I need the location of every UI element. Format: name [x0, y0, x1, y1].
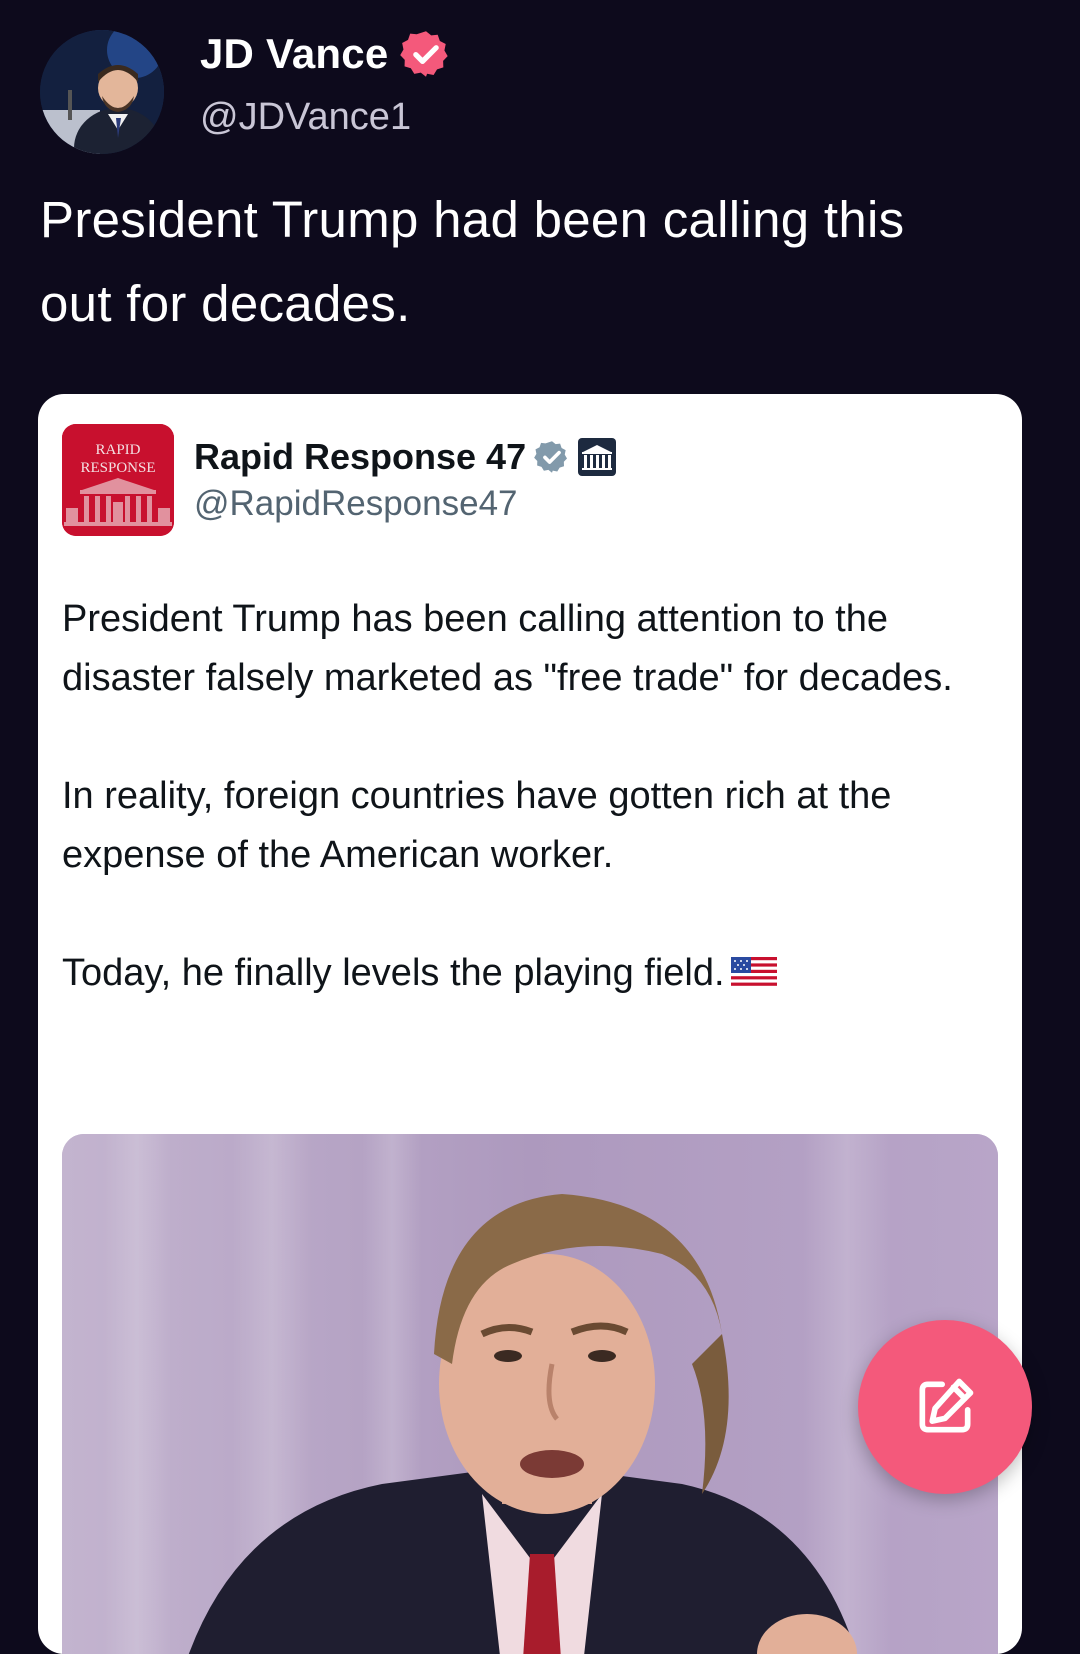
post-text: President Trump had been calling this ou… [40, 178, 1040, 346]
white-house-icon [578, 438, 617, 476]
post-text-line: President Trump had been calling this [40, 191, 905, 248]
author-name-text: JD Vance [200, 30, 389, 77]
author-handle[interactable]: @JDVance1 [200, 96, 411, 139]
rapid-response-logo-image: RAPID RESPONSE [62, 424, 174, 536]
quoted-paragraph: President Trump has been calling attenti… [62, 598, 953, 699]
quoted-post-text: President Trump has been calling attenti… [62, 590, 992, 1062]
verified-badge-icon [534, 441, 568, 473]
logo-line-2: RESPONSE [80, 460, 155, 476]
rapid-response-logo[interactable]: RAPID RESPONSE [62, 424, 174, 536]
avatar-photo [40, 30, 164, 154]
quoted-post-card[interactable]: RAPID RESPONSE Rapid Response 47 @RapidR… [38, 394, 1022, 1654]
video-frame [62, 1134, 998, 1654]
post-text-line: out for decades. [40, 275, 411, 332]
quoted-paragraph: Today, he finally levels the playing fie… [62, 944, 992, 1003]
compose-icon [919, 1378, 974, 1433]
author-name[interactable]: JD Vance [200, 28, 452, 80]
compose-button[interactable] [858, 1320, 1032, 1494]
quoted-author-name[interactable]: Rapid Response 47 [194, 436, 617, 478]
video-thumbnail[interactable] [62, 1134, 998, 1654]
quoted-author-name-text: Rapid Response 47 [194, 436, 527, 477]
logo-line-1: RAPID [95, 442, 140, 458]
quoted-author-handle[interactable]: @RapidResponse47 [194, 484, 518, 524]
quoted-paragraph-text: Today, he finally levels the playing fie… [62, 952, 725, 994]
quoted-paragraph: In reality, foreign countries have gotte… [62, 775, 892, 876]
author-avatar[interactable] [40, 30, 164, 154]
verified-badge-icon [400, 31, 449, 77]
us-flag-emoji [730, 957, 777, 989]
